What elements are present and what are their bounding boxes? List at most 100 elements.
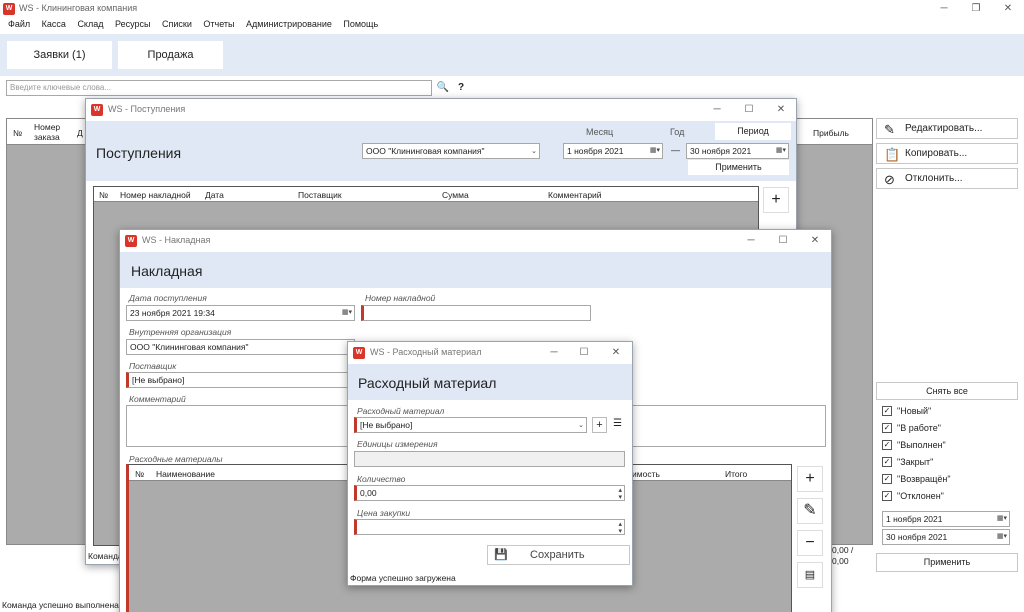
calendar-dropdown-icon[interactable]: ▦▾ <box>650 144 660 158</box>
calendar-dropdown-icon[interactable]: ▦▾ <box>342 306 352 320</box>
close-icon[interactable]: ✕ <box>767 101 795 119</box>
maximize-icon[interactable]: ☐ <box>735 101 763 119</box>
save-button[interactable]: 💾 Сохранить <box>487 545 630 565</box>
app-icon: W <box>353 347 365 359</box>
tab-period[interactable]: Период <box>715 123 791 140</box>
material-list-button[interactable]: ☰ <box>610 417 625 433</box>
app-icon: W <box>125 235 137 247</box>
maximize-icon[interactable]: ❐ <box>962 0 990 18</box>
quantity-stepper[interactable]: 0,00 ▴ ▾ <box>354 485 625 501</box>
checkbox-done[interactable]: ✓ <box>882 440 892 450</box>
app-icon: W <box>91 104 103 116</box>
receipt-date-label: Дата поступления <box>129 293 207 303</box>
receipts-date-from[interactable]: 1 ноября 2021 ▦▾ <box>563 143 663 159</box>
add-material-item-button[interactable]: + <box>592 417 607 433</box>
excel-export-button[interactable]: ▤ <box>797 562 823 588</box>
edit-button[interactable]: ✎ Редактировать... <box>876 118 1018 139</box>
invoice-number-input[interactable] <box>361 305 591 321</box>
stepper-arrows-icon[interactable]: ▴ ▾ <box>618 487 622 500</box>
receipts-col-date: Дата <box>205 190 224 200</box>
receipts-apply-button[interactable]: Применить <box>688 160 789 175</box>
plus-icon: + <box>805 470 815 487</box>
minimize-icon[interactable]: ─ <box>930 0 958 18</box>
receipts-status-bar: Команда <box>88 551 123 561</box>
orders-col-number: № <box>13 128 23 138</box>
stepper-arrows-icon[interactable]: ▴ ▾ <box>618 521 622 534</box>
plus-icon: + <box>771 191 781 208</box>
units-label: Единицы измерения <box>357 439 438 449</box>
menu-admin[interactable]: Администрирование <box>246 19 332 29</box>
supplier-select[interactable]: [Не выбрано] <box>126 372 355 388</box>
date-separator: — <box>671 145 680 155</box>
close-icon[interactable]: ✕ <box>801 232 829 250</box>
menu-lists[interactable]: Списки <box>162 19 192 29</box>
calendar-dropdown-icon[interactable]: ▦▾ <box>776 144 786 158</box>
menu-resources[interactable]: Ресурсы <box>115 19 151 29</box>
quantity-label: Количество <box>357 474 406 484</box>
status-done-label: "Выполнен" <box>897 440 946 450</box>
calendar-dropdown-icon[interactable]: ▦▾ <box>997 512 1007 526</box>
maximize-icon[interactable]: ☐ <box>570 344 598 362</box>
materials-col-number: № <box>135 469 145 479</box>
search-input[interactable]: Введите ключевые слова... <box>6 80 432 96</box>
menu-reports[interactable]: Отчеты <box>203 19 234 29</box>
maximize-icon[interactable]: ☐ <box>769 232 797 250</box>
add-material-button[interactable]: + <box>797 466 823 492</box>
list-icon: ☰ <box>613 418 622 429</box>
receipts-org-select[interactable]: ООО "Клининговая компания" ⌄ <box>362 143 540 159</box>
sidebar-date-to[interactable]: 30 ноября 2021 ▦▾ <box>882 529 1010 545</box>
close-icon[interactable]: ✕ <box>602 344 630 362</box>
search-button[interactable]: 🔍 <box>435 80 451 96</box>
calendar-dropdown-icon[interactable]: ▦▾ <box>997 530 1007 544</box>
price-stepper[interactable]: ▴ ▾ <box>354 519 625 535</box>
tab-orders[interactable]: Заявки (1) <box>7 41 112 69</box>
tab-year[interactable]: Год <box>670 127 684 137</box>
main-status-bar: Команда успешно выполнена <box>2 600 119 610</box>
help-button[interactable]: ? <box>453 80 469 96</box>
sidebar-date-from[interactable]: 1 ноября 2021 ▦▾ <box>882 511 1010 527</box>
checkbox-new[interactable]: ✓ <box>882 406 892 416</box>
status-returned-label: "Возвращён" <box>897 474 951 484</box>
units-field <box>354 451 625 467</box>
menu-file[interactable]: Файл <box>8 19 30 29</box>
receipts-col-number: № <box>99 190 109 200</box>
sidebar-apply-button[interactable]: Применить <box>876 553 1018 572</box>
add-receipt-button[interactable]: + <box>763 187 789 213</box>
checkbox-in-progress[interactable]: ✓ <box>882 423 892 433</box>
menu-cash[interactable]: Касса <box>42 19 66 29</box>
material-heading: Расходный материал <box>358 375 497 391</box>
org-field[interactable]: ООО "Клининговая компания" <box>126 339 355 355</box>
reject-button[interactable]: ⊘ Отклонить... <box>876 168 1018 189</box>
orders-col-d: Д <box>77 128 83 138</box>
invoice-number-label: Номер накладной <box>365 293 436 303</box>
copy-button[interactable]: 📋 Копировать... <box>876 143 1018 164</box>
tab-sales[interactable]: Продажа <box>118 41 223 69</box>
orders-col-profit: Прибыль <box>813 128 849 138</box>
close-icon[interactable]: ✕ <box>994 0 1022 18</box>
clear-all-button[interactable]: Снять все <box>876 382 1018 400</box>
minimize-icon[interactable]: ─ <box>540 344 568 362</box>
edit-material-button[interactable]: ✎ <box>797 498 823 524</box>
pencil-icon: ✎ <box>884 122 895 137</box>
materials-label: Расходные материалы <box>129 454 223 464</box>
material-select[interactable]: [Не выбрано] ⌄ <box>354 417 587 433</box>
chevron-down-icon: ⌄ <box>578 422 584 429</box>
invoice-window-title: WS - Накладная <box>142 235 211 245</box>
checkbox-closed[interactable]: ✓ <box>882 457 892 467</box>
minimize-icon[interactable]: ─ <box>737 232 765 250</box>
magnifier-icon: 🔍 <box>436 82 450 93</box>
checkbox-rejected[interactable]: ✓ <box>882 491 892 501</box>
remove-material-button[interactable]: − <box>797 530 823 556</box>
tab-month[interactable]: Месяц <box>586 127 613 137</box>
receipt-date-field[interactable]: 23 ноября 2021 19:34 ▦▾ <box>126 305 355 321</box>
menu-help[interactable]: Помощь <box>343 19 378 29</box>
receipts-date-to[interactable]: 30 ноября 2021 ▦▾ <box>686 143 789 159</box>
receipts-col-invoice: Номер накладной <box>120 190 191 200</box>
status-rejected-label: "Отклонен" <box>897 491 944 501</box>
materials-col-total: Итого <box>725 469 748 479</box>
checkbox-returned[interactable]: ✓ <box>882 474 892 484</box>
receipts-col-sum: Сумма <box>442 190 469 200</box>
minimize-icon[interactable]: ─ <box>703 101 731 119</box>
menu-warehouse[interactable]: Склад <box>77 19 103 29</box>
material-status-bar: Форма успешно загружена <box>350 573 456 583</box>
